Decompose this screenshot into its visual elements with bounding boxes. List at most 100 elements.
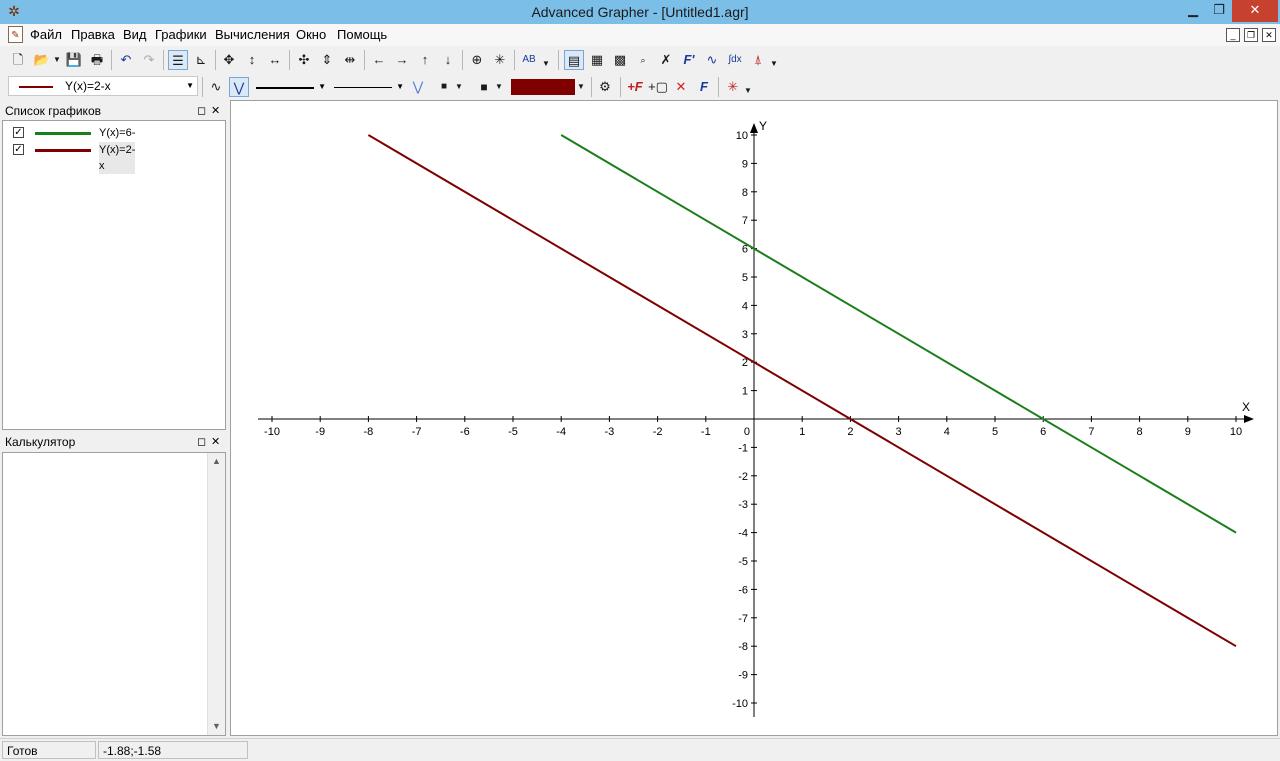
- graph-properties-icon[interactable]: ⚙: [595, 77, 615, 97]
- x-tick-label: 2: [847, 426, 853, 438]
- color-dropdown-icon[interactable]: ▼: [575, 77, 587, 97]
- intersection-icon[interactable]: ✗: [656, 50, 676, 70]
- mdi-minimize-button[interactable]: _: [1226, 28, 1240, 42]
- add-table-icon[interactable]: +▢: [648, 77, 668, 97]
- x-tick-label: 9: [1185, 426, 1191, 438]
- graph-list-panel: ✓ Y(x)=6-x ✓ Y(x)=2-x: [2, 120, 226, 430]
- shrink-vertical-icon[interactable]: ⇕: [317, 50, 337, 70]
- point-dropdown-icon[interactable]: ▼: [743, 81, 753, 101]
- fit-icon[interactable]: ✳: [490, 50, 510, 70]
- document-view-icon[interactable]: ▤: [564, 50, 584, 70]
- tangent-icon[interactable]: ∿: [702, 50, 722, 70]
- toolbar-separator: [364, 50, 365, 70]
- calculator-scrollbar[interactable]: ▲ ▼: [207, 453, 225, 735]
- add-point-icon[interactable]: ✳: [723, 77, 743, 97]
- document-icon[interactable]: ✎: [8, 26, 23, 43]
- graph-visible-checkbox[interactable]: ✓: [13, 127, 24, 138]
- window-title: Advanced Grapher - [Untitled1.agr]: [531, 4, 749, 20]
- menu-help[interactable]: Помощь: [337, 24, 387, 46]
- stretch-horizontal-icon[interactable]: ↔: [265, 50, 285, 70]
- menu-window[interactable]: Окно: [296, 24, 326, 46]
- new-file-icon[interactable]: 🗋: [8, 50, 28, 70]
- shrink-horizontal-icon[interactable]: ⇹: [340, 50, 360, 70]
- x-tick-label: -4: [556, 426, 566, 438]
- scroll-right-icon[interactable]: →: [392, 50, 412, 70]
- menu-calculations[interactable]: Вычисления: [215, 24, 290, 46]
- text-label-icon[interactable]: AB: [519, 50, 539, 70]
- toolbar-separator: [111, 50, 112, 70]
- main-toolbar: 🗋 📂 ▼ 💾 🖶 ↶ ↷ ☰ ⊾ ✥ ↕ ↔ ✣ ⇕ ⇹ ← → ↑ ↓ ⊕ …: [0, 46, 1280, 75]
- scroll-up-arrow-icon[interactable]: ▲: [208, 453, 225, 470]
- center-icon[interactable]: ⊕: [467, 50, 487, 70]
- toolbar-separator: [620, 77, 621, 97]
- edit-graph-icon[interactable]: F: [694, 77, 714, 97]
- current-graph-dropdown[interactable]: Y(x)=2-x ▼: [8, 76, 198, 96]
- marker-shape-dropdown-icon[interactable]: ▼: [453, 77, 465, 97]
- open-dropdown-icon[interactable]: ▼: [52, 50, 62, 70]
- print-icon[interactable]: 🖶: [87, 50, 107, 70]
- marker-shape-icon[interactable]: ■: [434, 77, 454, 97]
- calculator-icon[interactable]: ▦: [587, 50, 607, 70]
- integral-icon[interactable]: ∫dx: [725, 50, 745, 70]
- restore-button[interactable]: ❐: [1206, 0, 1232, 22]
- panel-float-icon[interactable]: ◻: [197, 433, 206, 451]
- chevron-down-icon: ▼: [318, 82, 326, 91]
- redo-icon[interactable]: ↷: [139, 50, 159, 70]
- graph-list-toggle-icon[interactable]: ☰: [168, 50, 188, 70]
- graph-color-line: [35, 132, 91, 135]
- minimize-button[interactable]: ▁: [1180, 0, 1206, 22]
- marker-size-dropdown-icon[interactable]: ▼: [493, 77, 505, 97]
- save-icon[interactable]: 💾: [64, 50, 84, 70]
- undo-icon[interactable]: ↶: [116, 50, 136, 70]
- close-button[interactable]: ✕: [1232, 0, 1278, 22]
- y-tick-label: -1: [738, 442, 748, 454]
- trace-icon[interactable]: ⌕: [633, 50, 653, 70]
- y-tick-label: 3: [742, 329, 748, 341]
- menu-edit[interactable]: Правка: [71, 24, 115, 46]
- text-label-dropdown-icon[interactable]: ▼: [541, 54, 551, 74]
- y-axis-arrow: [750, 123, 758, 133]
- add-graph-icon[interactable]: +F: [625, 77, 645, 97]
- x-tick-label: -1: [701, 426, 711, 438]
- scroll-down-icon[interactable]: ↓: [438, 50, 458, 70]
- mdi-close-button[interactable]: ✕: [1262, 28, 1276, 42]
- stretch-vertical-icon[interactable]: ↕: [242, 50, 262, 70]
- line-width-dropdown[interactable]: ▼: [254, 77, 328, 97]
- y-tick-label: -2: [738, 471, 748, 483]
- menu-view[interactable]: Вид: [123, 24, 147, 46]
- pan-icon[interactable]: ✥: [219, 50, 239, 70]
- scroll-left-icon[interactable]: ←: [369, 50, 389, 70]
- y-tick-label: 9: [742, 158, 748, 170]
- scroll-up-icon[interactable]: ↑: [415, 50, 435, 70]
- menu-bar: ✎ Файл Правка Вид Графики Вычисления Окн…: [0, 24, 1280, 46]
- line-style-dropdown[interactable]: ▼: [332, 77, 406, 97]
- calculator-panel[interactable]: ▲ ▼: [2, 452, 226, 736]
- delete-graph-icon[interactable]: ✕: [671, 77, 691, 97]
- marker-size-icon[interactable]: ■: [474, 77, 494, 97]
- panel-close-icon[interactable]: ✕: [211, 433, 220, 451]
- open-file-icon[interactable]: 📂: [32, 50, 52, 70]
- toolbar-separator: [202, 77, 203, 97]
- more-tools-dropdown-icon[interactable]: ▼: [769, 54, 779, 74]
- menu-graphs[interactable]: Графики: [155, 24, 207, 46]
- panel-float-icon[interactable]: ◻: [197, 102, 206, 120]
- zoom-in-icon[interactable]: ✣: [294, 50, 314, 70]
- curve-style-icon[interactable]: ∿: [206, 77, 226, 97]
- scroll-down-arrow-icon[interactable]: ▼: [208, 718, 225, 735]
- curve-smooth-icon[interactable]: ⋁: [229, 77, 249, 97]
- mdi-restore-button[interactable]: ❐: [1244, 28, 1258, 42]
- menu-file[interactable]: Файл: [30, 24, 62, 46]
- panel-close-icon[interactable]: ✕: [211, 102, 220, 120]
- marker-style-icon[interactable]: ⋁: [408, 77, 428, 97]
- y-tick-label: 10: [736, 130, 748, 142]
- table-icon[interactable]: ▩: [610, 50, 630, 70]
- graph-visible-checkbox[interactable]: ✓: [13, 144, 24, 155]
- x-tick-label: -8: [364, 426, 374, 438]
- statistics-icon[interactable]: ⍋: [748, 50, 768, 70]
- x-tick-label: -7: [412, 426, 422, 438]
- graph-color-picker[interactable]: [511, 79, 575, 95]
- graph-canvas[interactable]: X Y -10 -9 -8 -7 -6 -5 -4 -3 -2 -1 0 1 2 3 4 5 6 7 8 9 10 -10 -9…: [230, 100, 1278, 736]
- toolbar-separator: [558, 50, 559, 70]
- axes-icon[interactable]: ⊾: [191, 50, 211, 70]
- derivative-icon[interactable]: F': [679, 50, 699, 70]
